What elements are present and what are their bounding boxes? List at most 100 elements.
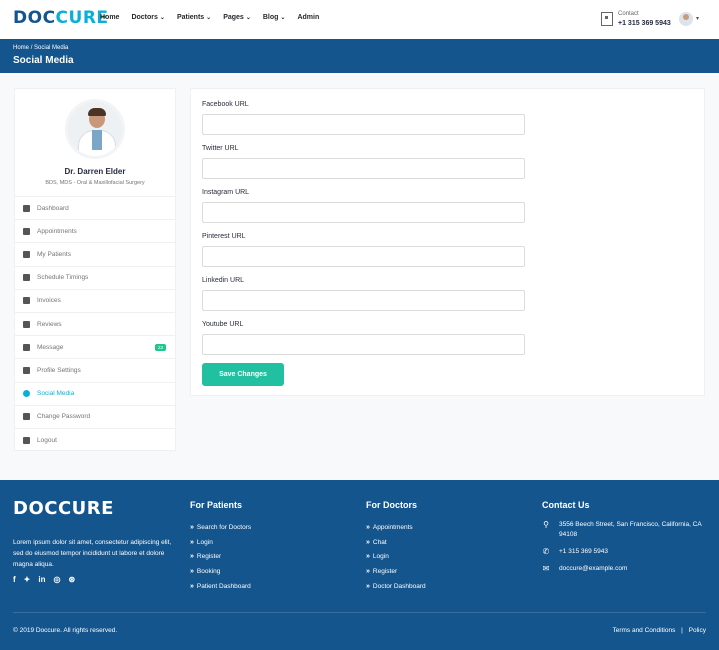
- footer-link[interactable]: » Login: [366, 550, 426, 565]
- page-title: Social Media: [13, 55, 74, 66]
- footer-patients-title: For Patients: [190, 500, 243, 510]
- footer-doctors-title: For Doctors: [366, 500, 418, 510]
- lock-icon: [23, 413, 30, 421]
- angle-double-right-icon: »: [190, 523, 194, 531]
- site-footer: DOCCURE Lorem ipsum dolor sit amet, cons…: [0, 480, 719, 650]
- nav-admin[interactable]: Admin: [297, 14, 319, 21]
- save-changes-button[interactable]: Save Changes: [202, 363, 284, 386]
- linkedin-url-label: Linkedin URL: [202, 277, 245, 284]
- footer-policy-links: Terms and Conditions | Policy: [612, 627, 706, 634]
- instagram-icon[interactable]: ◎: [53, 575, 60, 584]
- twitter-icon[interactable]: ✦: [24, 575, 31, 584]
- footer-for-doctors: For Doctors » Appointments » Chat » Login »…: [366, 500, 426, 594]
- sidebar-item-reviews[interactable]: Reviews: [15, 313, 175, 337]
- breadcrumb-home[interactable]: Home: [13, 45, 29, 51]
- footer-divider: [13, 612, 706, 613]
- user-avatar[interactable]: [679, 12, 693, 26]
- facebook-icon[interactable]: f: [13, 575, 16, 584]
- contact-phone: +1 315 369 5943: [618, 20, 671, 27]
- youtube-url-label: Youtube URL: [202, 321, 244, 328]
- social-media-form: Facebook URL Twitter URL Instagram URL P…: [190, 88, 705, 396]
- profile-sidebar: Dr. Darren Elder BDS, MDS - Oral & Maxil…: [14, 88, 176, 451]
- breadcrumb: Home / Social Media: [13, 45, 69, 51]
- sidebar-item-social-media[interactable]: Social Media: [15, 383, 175, 406]
- angle-double-right-icon: »: [190, 553, 194, 561]
- footer-link[interactable]: » Login: [190, 535, 251, 550]
- nav-blog[interactable]: Blog ⌄: [263, 14, 286, 21]
- doctor-name: Dr. Darren Elder: [64, 167, 126, 176]
- sidebar-item-logout[interactable]: Logout: [15, 429, 175, 452]
- footer-link[interactable]: » Search for Doctors: [190, 520, 251, 535]
- instagram-url-label: Instagram URL: [202, 189, 250, 196]
- footer-link[interactable]: » Appointments: [366, 520, 426, 535]
- pinterest-url-input[interactable]: [202, 246, 525, 267]
- user-cog-icon: [23, 366, 30, 374]
- angle-double-right-icon: »: [366, 523, 370, 531]
- comments-icon: [23, 343, 30, 351]
- nav-pages[interactable]: Pages ⌄: [223, 14, 251, 21]
- angle-double-right-icon: »: [190, 538, 194, 546]
- nav-patients[interactable]: Patients ⌄: [177, 14, 211, 21]
- star-icon: [23, 320, 30, 328]
- chevron-down-icon: ⌄: [280, 15, 286, 21]
- policy-link[interactable]: Policy: [689, 627, 706, 634]
- sidebar-item-appointments[interactable]: Appointments: [15, 220, 175, 244]
- dribbble-icon[interactable]: ⊛: [68, 575, 75, 584]
- sidebar-item-schedule-timings[interactable]: Schedule Timings: [15, 267, 175, 290]
- copyright: © 2019 Doccure. All rights reserved.: [13, 627, 118, 634]
- hourglass-icon: [23, 274, 30, 282]
- sidebar-item-change-password[interactable]: Change Password: [15, 406, 175, 429]
- footer-link[interactable]: » Patient Dashboard: [190, 579, 251, 594]
- angle-double-right-icon: »: [366, 538, 370, 546]
- footer-link[interactable]: » Chat: [366, 535, 426, 550]
- header-contact: Contact +1 315 369 5943: [601, 10, 671, 29]
- angle-double-right-icon: »: [190, 568, 194, 576]
- linkedin-icon[interactable]: in: [38, 575, 45, 584]
- sidebar-item-message[interactable]: Message 23: [15, 336, 175, 360]
- doctor-specialty: BDS, MDS - Oral & Maxillofacial Surgery: [45, 180, 145, 186]
- footer-logo[interactable]: DOCCURE: [13, 498, 114, 519]
- unread-badge: 23: [154, 344, 166, 352]
- facebook-url-input[interactable]: [202, 114, 525, 135]
- chevron-down-icon[interactable]: ▾: [696, 15, 699, 22]
- footer-link[interactable]: » Register: [190, 550, 251, 565]
- chevron-down-icon: ⌄: [245, 15, 251, 21]
- sidebar-item-profile-settings[interactable]: Profile Settings: [15, 359, 175, 383]
- map-marker-icon: ⚲: [543, 520, 549, 529]
- footer-link[interactable]: » Register: [366, 564, 426, 579]
- footer-link[interactable]: » Doctor Dashboard: [366, 579, 426, 594]
- terms-link[interactable]: Terms and Conditions: [612, 627, 675, 634]
- breadcrumb-current: Social Media: [34, 45, 69, 51]
- site-logo[interactable]: DOCCURE: [13, 8, 109, 28]
- footer-address: ⚲ 3556 Beech Street, San Francisco, Calif…: [543, 520, 702, 538]
- profile-widget: Dr. Darren Elder BDS, MDS - Oral & Maxil…: [15, 89, 175, 197]
- footer-link[interactable]: » Booking: [190, 564, 251, 579]
- calendar-check-icon: [23, 227, 30, 235]
- hospital-icon: [601, 12, 613, 26]
- share-alt-icon: [23, 390, 30, 398]
- nav-home[interactable]: Home: [100, 14, 119, 21]
- nav-doctors[interactable]: Doctors ⌄: [131, 14, 164, 21]
- site-header: DOCCURE Home Doctors ⌄ Patients ⌄ Pages ⌄ B…: [0, 0, 719, 39]
- angle-double-right-icon: »: [366, 583, 370, 591]
- footer-email[interactable]: ✉ doccure@example.com: [542, 564, 707, 574]
- footer-for-patients: For Patients » Search for Doctors » Login …: [190, 500, 251, 594]
- columns-icon: [23, 204, 30, 212]
- facebook-url-label: Facebook URL: [202, 101, 249, 108]
- youtube-url-input[interactable]: [202, 334, 525, 355]
- instagram-url-input[interactable]: [202, 202, 525, 223]
- twitter-url-label: Twitter URL: [202, 145, 239, 152]
- twitter-url-input[interactable]: [202, 158, 525, 179]
- phone-icon: ✆: [542, 547, 550, 556]
- chevron-down-icon: ⌄: [159, 15, 165, 21]
- angle-double-right-icon: »: [366, 568, 370, 576]
- breadcrumb-bar: Home / Social Media Social Media: [0, 39, 719, 73]
- angle-double-right-icon: »: [366, 553, 370, 561]
- linkedin-url-input[interactable]: [202, 290, 525, 311]
- sidebar-item-my-patients[interactable]: My Patients: [15, 243, 175, 267]
- sidebar-item-invoices[interactable]: Invoices: [15, 290, 175, 313]
- footer-phone: ✆ +1 315 369 5943: [542, 547, 608, 556]
- envelope-icon: ✉: [542, 564, 550, 573]
- sidebar-item-dashboard[interactable]: Dashboard: [15, 197, 175, 221]
- file-invoice-icon: [23, 297, 30, 305]
